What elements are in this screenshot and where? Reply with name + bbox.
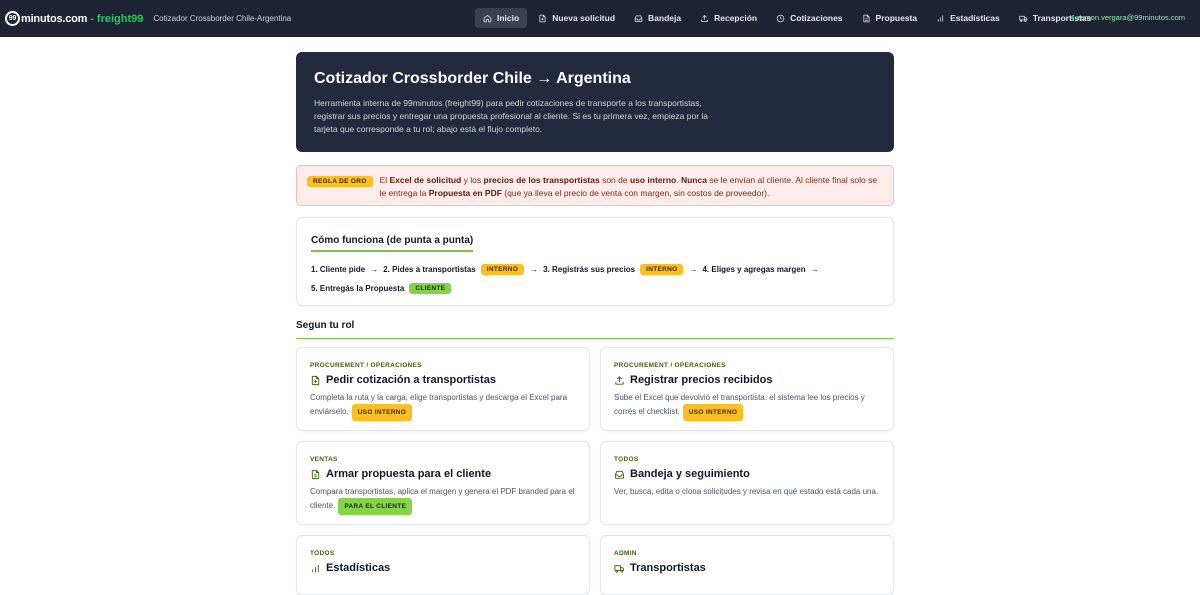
document-icon	[863, 14, 870, 22]
card-role-tag: PROCUREMENT / OPERACIONES	[614, 362, 726, 369]
clock-icon	[776, 14, 785, 22]
brand-logo: 99 minutos.com	[5, 11, 87, 26]
card-description: Sube el Excel que devolvió el transporti…	[614, 391, 880, 421]
card-title: Registrar precios recibidos	[614, 374, 880, 386]
user-email-text: ramon.vergara@99minutos.com	[1077, 13, 1185, 22]
home-icon	[483, 14, 492, 22]
card-transportistas[interactable]: ADMIN Transportistas	[600, 535, 894, 595]
card-role-tag: TODOS	[614, 456, 639, 463]
arrow-right-icon: →	[370, 264, 379, 274]
card-title: Armar propuesta para el cliente	[310, 468, 576, 480]
nav-menu: Inicio Nueva solicitud Bandeja Recepción…	[475, 8, 1102, 28]
brand-freight: freight99	[96, 12, 144, 25]
internal-use-badge: USO INTERNO	[351, 404, 413, 421]
nav-item-label: Estadísticas	[950, 13, 1000, 23]
hero-description: Herramienta interna de 99minutos (freigh…	[314, 98, 709, 134]
nav-item-propuesta[interactable]: Propuesta	[854, 8, 926, 28]
card-description: Completa la ruta y la carga, elige trans…	[310, 391, 576, 421]
brand[interactable]: 99 minutos.com - freight99 Cotizador Cro…	[5, 0, 291, 37]
upload-icon	[615, 375, 624, 385]
user-email[interactable]: ramon.vergara@99minutos.com	[1070, 13, 1185, 22]
page-title: Cotizador Crossborder Chile → Argentina	[314, 70, 631, 87]
card-estadisticas[interactable]: TODOS Estadísticas	[296, 535, 590, 595]
how-it-works-panel: Cómo funciona (de punta a punta) 1. Clie…	[296, 217, 894, 306]
nav-item-estadisticas[interactable]: Estadísticas	[928, 8, 1008, 28]
card-description: Ver, busca, edita o clona solicitudes y …	[614, 487, 879, 496]
nav-item-label: Recepción	[714, 13, 758, 23]
nav-item-cotizaciones[interactable]: Cotizaciones	[768, 8, 850, 28]
flow-step-1: 1. Cliente pide	[311, 264, 366, 274]
card-registrar-precios[interactable]: PROCUREMENT / OPERACIONES Registrar prec…	[600, 347, 894, 431]
card-title: Transportistas	[614, 562, 880, 574]
nav-item-label: Cotizaciones	[790, 13, 843, 23]
brand-dash: -	[90, 12, 94, 25]
card-bandeja-seguimiento[interactable]: TODOS Bandeja y seguimiento Ver, busca, …	[600, 441, 894, 525]
card-pedir-cotizacion[interactable]: PROCUREMENT / OPERACIONES Pedir cotizaci…	[296, 347, 590, 431]
golden-rule-text: El Excel de solicitud y los precios de l…	[379, 175, 878, 198]
internal-use-badge: USO INTERNO	[682, 404, 744, 421]
brand-subtitle: Cotizador Crossborder Chile-Argentina	[153, 14, 292, 23]
card-description: Compara transportistas, aplica el margen…	[310, 485, 576, 515]
flow-step-5: 5. Entregás la Propuesta	[311, 283, 405, 293]
upload-icon	[701, 14, 708, 22]
card-role-tag: VENTAS	[310, 456, 338, 463]
client-badge: CLIENTE	[409, 282, 452, 294]
truck-icon	[614, 564, 625, 573]
card-title: Estadísticas	[310, 562, 576, 574]
arrow-right-icon: →	[530, 264, 539, 274]
card-armar-propuesta[interactable]: VENTAS Armar propuesta para el cliente C…	[296, 441, 590, 525]
inbox-icon	[614, 470, 625, 479]
hero-banner: Cotizador Crossborder Chile → Argentina …	[296, 52, 894, 152]
nav-item-recepcion[interactable]: Recepción	[692, 8, 765, 28]
arrow-right-icon: →	[689, 264, 698, 274]
file-plus-icon	[311, 375, 320, 385]
truck-icon	[1019, 15, 1027, 22]
workflow-steps: 1. Cliente pide → 2. Pides a transportis…	[311, 262, 831, 295]
top-navbar: 99 minutos.com - freight99 Cotizador Cro…	[0, 0, 1200, 37]
bar-chart-icon	[938, 15, 944, 21]
brand-logo-mark: 99	[5, 11, 20, 26]
client-badge: PARA EL CLIENTE	[338, 498, 413, 515]
card-title: Bandeja y seguimiento	[614, 468, 880, 480]
arrow-right-icon: →	[810, 264, 819, 274]
golden-rule-notice: REGLA DE ORO El Excel de solicitud y los…	[296, 165, 894, 206]
nav-item-label: Bandeja	[648, 13, 682, 23]
golden-rule-badge: REGLA DE ORO	[307, 176, 373, 187]
card-role-tag: ADMIN	[614, 550, 637, 557]
flow-step-2: 2. Pides a transportistas	[383, 264, 476, 274]
how-it-works-title: Cómo funciona (de punta a punta)	[311, 235, 474, 252]
nav-item-label: Nueva solicitud	[552, 13, 616, 23]
nav-item-inicio[interactable]: Inicio	[475, 8, 528, 28]
nav-item-label: Inicio	[497, 13, 520, 23]
inbox-icon	[634, 15, 643, 22]
card-title: Pedir cotización a transportistas	[310, 374, 576, 386]
nav-item-bandeja[interactable]: Bandeja	[626, 8, 689, 28]
brand-logo-text: minutos.com	[21, 12, 88, 25]
card-role-tag: TODOS	[310, 550, 335, 557]
section-heading-role: Segun tu rol	[296, 320, 894, 339]
flow-step-4: 4. Eliges y agregas margen	[702, 264, 806, 274]
nav-item-nueva-solicitud[interactable]: Nueva solicitud	[530, 8, 623, 28]
document-icon	[311, 469, 320, 479]
online-dot-icon	[1070, 16, 1074, 19]
bar-chart-icon	[312, 564, 319, 572]
nav-item-label: Propuesta	[875, 13, 918, 23]
file-plus-icon	[539, 14, 546, 22]
internal-badge: INTERNO	[640, 263, 684, 275]
card-role-tag: PROCUREMENT / OPERACIONES	[310, 362, 422, 369]
flow-step-3: 3. Registrás sus precios	[543, 264, 636, 274]
internal-badge: INTERNO	[480, 263, 525, 275]
